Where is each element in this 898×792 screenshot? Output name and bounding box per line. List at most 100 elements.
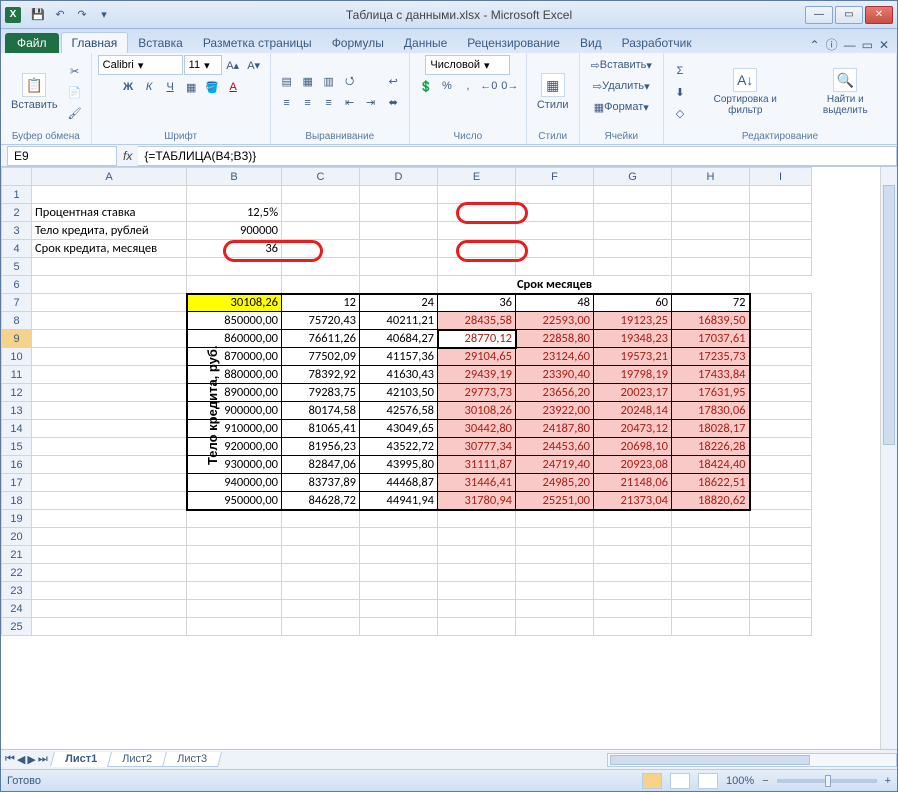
cell-B25[interactable] xyxy=(187,618,282,636)
zoom-out-button[interactable]: − xyxy=(762,775,768,787)
view-normal-button[interactable] xyxy=(642,773,662,789)
cell-A24[interactable] xyxy=(32,600,187,618)
cell-H14[interactable]: 18028,17 xyxy=(672,420,750,438)
styles-button[interactable]: ▦ Стили xyxy=(533,71,573,113)
cell-A13[interactable] xyxy=(32,402,187,420)
cell-B24[interactable] xyxy=(187,600,282,618)
cell-A3[interactable]: Тело кредита, рублей xyxy=(32,222,187,240)
cell-I1[interactable] xyxy=(750,186,812,204)
cell-B12[interactable]: 890000,00 xyxy=(187,384,282,402)
doc-minimize-button[interactable]: — xyxy=(844,38,856,52)
cell-A14[interactable] xyxy=(32,420,187,438)
col-header-H[interactable]: H xyxy=(672,168,750,186)
cell-B2[interactable]: 12,5% xyxy=(187,204,282,222)
cell-H13[interactable]: 17830,06 xyxy=(672,402,750,420)
view-page-break-button[interactable] xyxy=(698,773,718,789)
cell-E20[interactable] xyxy=(438,528,516,546)
row-header-22[interactable]: 22 xyxy=(2,564,32,582)
sheet-nav-first[interactable]: ⏮ xyxy=(5,753,15,766)
row-header-11[interactable]: 11 xyxy=(2,366,32,384)
cell-A7[interactable] xyxy=(32,294,187,312)
row-header-10[interactable]: 10 xyxy=(2,348,32,366)
cell-A15[interactable] xyxy=(32,438,187,456)
cell-B4[interactable]: 36 xyxy=(187,240,282,258)
cell-A8[interactable] xyxy=(32,312,187,330)
cell-C14[interactable]: 81065,41 xyxy=(282,420,360,438)
cell-D4[interactable] xyxy=(360,240,438,258)
cell-G23[interactable] xyxy=(594,582,672,600)
cell-I3[interactable] xyxy=(750,222,812,240)
indent-left-button[interactable]: ⇤ xyxy=(340,93,360,113)
paste-button[interactable]: 📋 Вставить xyxy=(7,71,62,113)
cell-B1[interactable] xyxy=(187,186,282,204)
cell-G7[interactable]: 60 xyxy=(594,294,672,312)
cell-H9[interactable]: 17037,61 xyxy=(672,330,750,348)
cell-H2[interactable] xyxy=(672,204,750,222)
cell-G15[interactable]: 20698,10 xyxy=(594,438,672,456)
cell-C22[interactable] xyxy=(282,564,360,582)
cell-A2[interactable]: Процентная ставка xyxy=(32,204,187,222)
cell-E15[interactable]: 30777,34 xyxy=(438,438,516,456)
cell-B3[interactable]: 900000 xyxy=(187,222,282,240)
cell-D8[interactable]: 40211,21 xyxy=(360,312,438,330)
cell-G17[interactable]: 21148,06 xyxy=(594,474,672,492)
align-bottom-button[interactable]: ▥ xyxy=(319,72,339,92)
decrease-decimal-button[interactable]: 0→ xyxy=(500,76,520,96)
cell-D1[interactable] xyxy=(360,186,438,204)
cell-G2[interactable] xyxy=(594,204,672,222)
row-header-7[interactable]: 7 xyxy=(2,294,32,312)
col-header-I[interactable]: I xyxy=(750,168,812,186)
cell-G24[interactable] xyxy=(594,600,672,618)
cell-B16[interactable]: 930000,00 xyxy=(187,456,282,474)
cell-H17[interactable]: 18622,51 xyxy=(672,474,750,492)
sheet-nav-last[interactable]: ⏭ xyxy=(38,753,48,766)
sheet-nav-prev[interactable]: ◀ xyxy=(17,753,25,766)
cell-F14[interactable]: 24187,80 xyxy=(516,420,594,438)
cell-D12[interactable]: 42103,50 xyxy=(360,384,438,402)
row-header-12[interactable]: 12 xyxy=(2,384,32,402)
cell-B21[interactable] xyxy=(187,546,282,564)
cell-G21[interactable] xyxy=(594,546,672,564)
cell-H1[interactable] xyxy=(672,186,750,204)
cell-C1[interactable] xyxy=(282,186,360,204)
cell-I18[interactable] xyxy=(750,492,812,510)
cell-B6[interactable] xyxy=(187,276,282,294)
cell-F16[interactable]: 24719,40 xyxy=(516,456,594,474)
cell-G5[interactable] xyxy=(594,258,672,276)
cell-A5[interactable] xyxy=(32,258,187,276)
cell-C12[interactable]: 79283,75 xyxy=(282,384,360,402)
cell-H23[interactable] xyxy=(672,582,750,600)
col-header-E[interactable]: E xyxy=(438,168,516,186)
cell-E23[interactable] xyxy=(438,582,516,600)
number-format-combo[interactable]: Числовой▾ xyxy=(425,55,510,75)
cell-H5[interactable] xyxy=(672,258,750,276)
cell-F2[interactable] xyxy=(516,204,594,222)
scroll-thumb[interactable] xyxy=(883,185,895,445)
cell-D7[interactable]: 24 xyxy=(360,294,438,312)
tab-developer[interactable]: Разработчик xyxy=(612,33,702,53)
cell-C13[interactable]: 80174,58 xyxy=(282,402,360,420)
cell-C16[interactable]: 82847,06 xyxy=(282,456,360,474)
cell-E5[interactable] xyxy=(438,258,516,276)
cell-E13[interactable]: 30108,26 xyxy=(438,402,516,420)
cell-D24[interactable] xyxy=(360,600,438,618)
cell-A17[interactable] xyxy=(32,474,187,492)
cell-H24[interactable] xyxy=(672,600,750,618)
cell-F12[interactable]: 23656,20 xyxy=(516,384,594,402)
cell-E4[interactable] xyxy=(438,240,516,258)
maximize-button[interactable]: ▭ xyxy=(835,6,863,24)
tab-formulas[interactable]: Формулы xyxy=(322,33,394,53)
row-header-15[interactable]: 15 xyxy=(2,438,32,456)
cell-I17[interactable] xyxy=(750,474,812,492)
row-header-21[interactable]: 21 xyxy=(2,546,32,564)
row-header-20[interactable]: 20 xyxy=(2,528,32,546)
font-size-combo[interactable]: 11▾ xyxy=(184,55,222,75)
cell-B15[interactable]: 920000,00 xyxy=(187,438,282,456)
tab-page-layout[interactable]: Разметка страницы xyxy=(193,33,322,53)
underline-button[interactable]: Ч xyxy=(160,77,180,97)
cell-C21[interactable] xyxy=(282,546,360,564)
cell-C19[interactable] xyxy=(282,510,360,528)
row-header-16[interactable]: 16 xyxy=(2,456,32,474)
cell-A25[interactable] xyxy=(32,618,187,636)
cell-G3[interactable] xyxy=(594,222,672,240)
